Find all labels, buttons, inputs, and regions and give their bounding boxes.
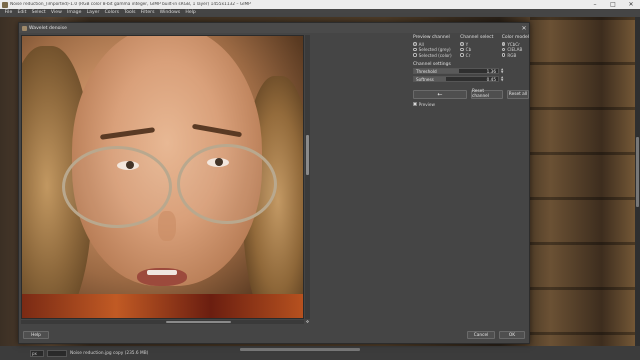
channel-select-title: Channel select	[460, 35, 494, 40]
color-model-ycbcr[interactable]: YCbCr	[501, 42, 529, 47]
threshold-row: Threshold 1.36 ▲ ▼	[413, 68, 529, 75]
preview-vertical-scroll-thumb[interactable]	[306, 135, 309, 175]
minimize-button[interactable]: –	[586, 0, 604, 9]
unit-select[interactable]: px	[30, 349, 44, 357]
menu-filters[interactable]: Filters	[138, 9, 157, 17]
preview-label: Preview	[418, 101, 435, 107]
reset-channel-button[interactable]: Reset channel	[471, 89, 503, 99]
color-model-title: Color model	[501, 35, 529, 40]
radio-icon[interactable]	[460, 42, 464, 46]
channel-y[interactable]: Y	[460, 42, 493, 47]
teeth	[147, 270, 177, 275]
preview-channel-selected-grey[interactable]: Selected (grey)	[413, 47, 452, 52]
spin-down-icon[interactable]: ▼	[501, 71, 503, 74]
canvas-vertical-scroll-thumb[interactable]	[636, 137, 639, 207]
preview-vertical-scrollbar[interactable]	[305, 35, 310, 319]
color-model-group: Color model YCbCr CIELAB RGB	[501, 35, 529, 58]
spin-down-icon[interactable]: ▼	[501, 79, 503, 82]
menu-layer[interactable]: Layer	[84, 9, 102, 17]
softness-spinner[interactable]: ▲ ▼	[501, 76, 503, 82]
radio-icon[interactable]	[460, 53, 464, 58]
dialog-icon	[22, 25, 27, 31]
softness-slider[interactable]: Softness 0.45	[413, 76, 499, 83]
threshold-label: Threshold	[416, 68, 437, 74]
menu-file[interactable]: File	[2, 9, 15, 17]
controls-panel: Preview channel All Selected (grey) Sele…	[413, 35, 529, 107]
softness-row: Softness 0.45 ▲ ▼	[413, 76, 529, 83]
channel-settings-title: Channel settings	[413, 61, 451, 67]
menu-image[interactable]: Image	[64, 9, 84, 17]
shirt	[22, 294, 303, 318]
canvas-vertical-scrollbar[interactable]	[635, 17, 640, 346]
ok-button[interactable]: OK	[499, 331, 525, 339]
help-button[interactable]: Help	[23, 331, 49, 339]
radio-icon[interactable]	[413, 47, 417, 52]
radio-icon[interactable]	[501, 42, 506, 46]
menu-edit[interactable]: Edit	[15, 9, 29, 17]
channel-cb[interactable]: Cb	[460, 47, 493, 52]
menu-bar: File Edit Select View Image Layer Colors…	[0, 9, 640, 17]
preview-channel-all[interactable]: All	[413, 42, 452, 47]
menu-colors[interactable]: Colors	[102, 9, 122, 17]
menu-windows[interactable]: Windows	[157, 9, 183, 17]
nose	[158, 211, 176, 241]
preview-channel-title: Preview channel	[413, 35, 450, 40]
radio-icon[interactable]	[501, 47, 506, 52]
preview-toggle[interactable]: Preview	[413, 102, 529, 107]
reset-arrow-button[interactable]: ←	[413, 89, 467, 99]
preview-horizontal-scrollbar[interactable]	[21, 320, 304, 324]
dialog-close-button[interactable]: ✕	[519, 25, 529, 32]
channel-cr[interactable]: Cr	[460, 53, 493, 58]
preview-channel-group: Preview channel All Selected (grey) Sele…	[413, 35, 452, 58]
window-titlebar: Noise reduction_(imported)-1.0 (RGB colo…	[0, 0, 640, 9]
channel-select-group: Channel select Y Cb Cr	[460, 35, 493, 58]
menu-help[interactable]: Help	[183, 9, 199, 17]
menu-view[interactable]: View	[48, 9, 64, 17]
glasses-left-lens	[62, 146, 172, 228]
color-model-rgb[interactable]: RGB	[501, 53, 529, 58]
preview-channel-selected-color[interactable]: Selected (color)	[413, 53, 452, 58]
radio-icon[interactable]	[413, 42, 417, 46]
status-text: Noise reduction.jpg copy (235.6 MB)	[70, 350, 149, 356]
background-bookshelf	[530, 17, 640, 346]
zoom-select[interactable]	[47, 349, 67, 357]
checkbox-icon[interactable]	[413, 102, 417, 107]
cancel-button[interactable]: Cancel	[467, 331, 495, 339]
color-model-cielab[interactable]: CIELAB	[501, 47, 529, 52]
maximize-button[interactable]: □	[604, 0, 622, 9]
dialog-titlebar: Wavelet denoise ✕	[19, 23, 529, 33]
window-title: Noise reduction_(imported)-1.0 (RGB colo…	[10, 2, 251, 7]
softness-label: Softness	[416, 76, 434, 82]
menu-tools[interactable]: Tools	[122, 9, 139, 17]
navigate-icon[interactable]: ✥	[305, 320, 310, 324]
close-window-button[interactable]: ✕	[622, 0, 640, 9]
radio-icon[interactable]	[460, 47, 464, 52]
softness-value: 0.45	[486, 76, 496, 82]
radio-icon[interactable]	[413, 53, 417, 58]
menu-select[interactable]: Select	[29, 9, 48, 17]
threshold-spinner[interactable]: ▲ ▼	[501, 68, 503, 74]
wavelet-denoise-dialog: Wavelet denoise ✕ ✥ Preview channel All	[18, 22, 530, 344]
threshold-value: 1.36	[486, 68, 496, 74]
gimp-app-icon	[2, 1, 8, 8]
canvas-horizontal-scroll-thumb[interactable]	[240, 348, 360, 351]
preview-image[interactable]	[21, 35, 304, 319]
threshold-slider[interactable]: Threshold 1.36	[413, 68, 499, 75]
dialog-title: Wavelet denoise	[29, 25, 67, 31]
reset-all-button[interactable]: Reset all	[507, 89, 529, 99]
radio-icon[interactable]	[501, 53, 506, 58]
preview-horizontal-scroll-thumb[interactable]	[166, 321, 231, 323]
glasses-right-lens	[177, 144, 277, 224]
